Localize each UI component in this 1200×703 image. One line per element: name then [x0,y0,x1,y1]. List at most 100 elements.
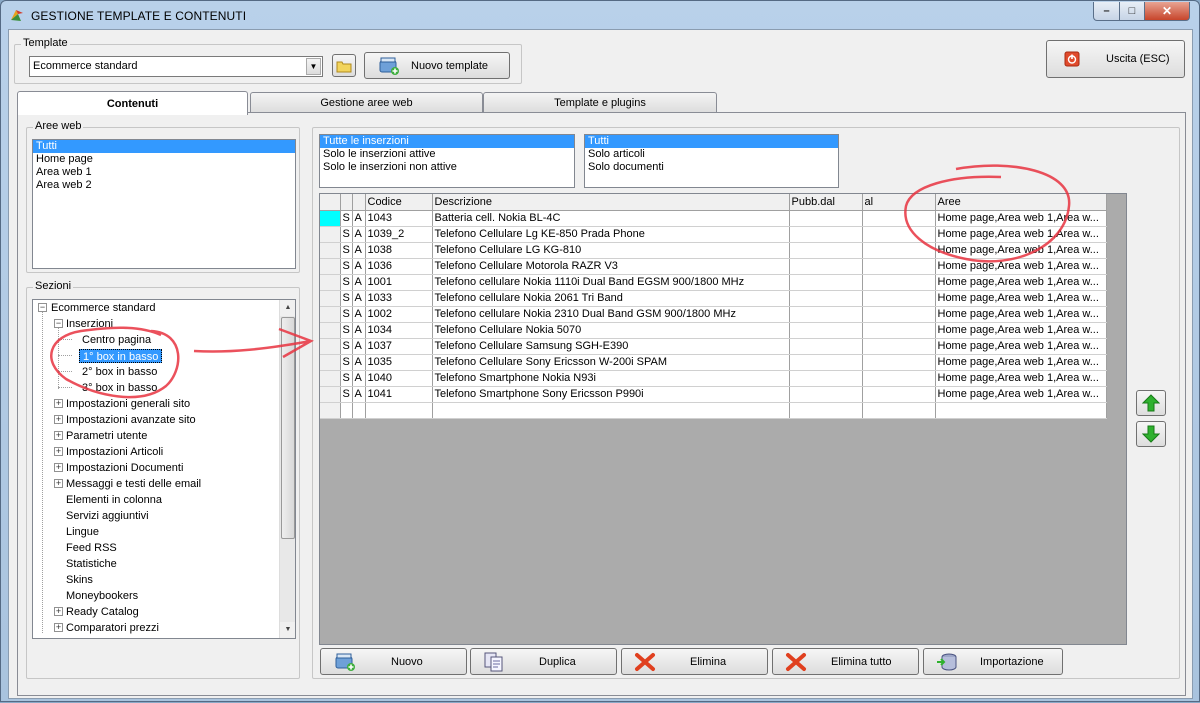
cell-s[interactable]: S [340,306,353,323]
expand-icon[interactable]: + [54,447,63,456]
row-indicator[interactable] [320,354,341,371]
row-indicator[interactable] [320,210,341,227]
cell-s[interactable]: S [340,338,353,355]
list-item[interactable]: Area web 1 [33,166,295,179]
cell-descrizione[interactable]: Telefono cellulare Nokia 2061 Tri Band [432,290,790,307]
cell-al[interactable] [862,370,936,387]
column-header-al[interactable]: al [862,194,936,211]
cell-descrizione[interactable]: Telefono Cellulare LG KG-810 [432,242,790,259]
cell-a[interactable]: A [352,322,366,339]
cell-al[interactable] [862,274,936,291]
cell-aree[interactable]: Home page,Area web 1,Area w... [935,386,1107,403]
row-indicator[interactable] [320,258,341,275]
cell-aree[interactable]: Home page,Area web 1,Area w... [935,210,1107,227]
table-row[interactable]: S A 1035 Telefono Cellulare Sony Ericsson W… [320,354,1107,371]
tree-item-child[interactable]: 3° box in basso [82,381,157,395]
empty-cell[interactable] [320,402,341,419]
cell-pubb-dal[interactable] [789,306,863,323]
table-row[interactable]: S A 1001 Telefono cellulare Nokia 1110i Dua… [320,274,1107,291]
cell-descrizione[interactable]: Telefono Smartphone Sony Ericsson P990i [432,386,790,403]
cell-codice[interactable]: 1036 [365,258,433,275]
chevron-down-icon[interactable]: ▼ [306,58,321,75]
cell-codice[interactable]: 1037 [365,338,433,355]
empty-cell[interactable] [432,402,790,419]
cell-s[interactable]: S [340,210,353,227]
cell-descrizione[interactable]: Telefono cellulare Nokia 2310 Dual Band … [432,306,790,323]
list-item[interactable]: Tutti [33,140,295,153]
collapse-icon[interactable]: − [38,303,47,312]
empty-cell[interactable] [862,402,936,419]
list-item[interactable]: Solo le inserzioni attive [320,148,574,161]
cell-pubb-dal[interactable] [789,226,863,243]
row-indicator[interactable] [320,322,341,339]
tree-item[interactable]: Parametri utente [66,429,147,443]
cell-al[interactable] [862,210,936,227]
cell-a[interactable]: A [352,226,366,243]
cell-descrizione[interactable]: Telefono Smartphone Nokia N93i [432,370,790,387]
tree-item[interactable]: Impostazioni Articoli [66,445,163,459]
cell-descrizione[interactable]: Batteria cell. Nokia BL-4C [432,210,790,227]
cell-al[interactable] [862,338,936,355]
list-item[interactable]: Solo articoli [585,148,838,161]
close-button[interactable]: ✕ [1144,2,1190,21]
cell-descrizione[interactable]: Telefono cellulare Nokia 1110i Dual Band… [432,274,790,291]
expand-icon[interactable]: + [54,623,63,632]
cell-a[interactable]: A [352,386,366,403]
cell-codice[interactable]: 1041 [365,386,433,403]
cell-a[interactable]: A [352,242,366,259]
list-item[interactable]: Area web 2 [33,179,295,192]
tree-item[interactable]: Ready Catalog [66,605,139,619]
empty-cell[interactable] [935,402,1107,419]
table-row-empty[interactable] [320,402,1107,419]
expand-icon[interactable]: + [54,463,63,472]
tree-item-child[interactable]: 2° box in basso [82,365,157,379]
cell-codice[interactable]: 1040 [365,370,433,387]
tree-item-root[interactable]: Ecommerce standard [51,301,156,315]
open-folder-button[interactable] [332,54,356,77]
cell-aree[interactable]: Home page,Area web 1,Area w... [935,226,1107,243]
table-row[interactable]: S A 1038 Telefono Cellulare LG KG-810 Home p… [320,242,1107,259]
cell-al[interactable] [862,306,936,323]
expand-icon[interactable]: + [54,399,63,408]
cell-pubb-dal[interactable] [789,370,863,387]
tree-item[interactable]: Messaggi e testi delle email [66,477,201,491]
cell-a[interactable]: A [352,354,366,371]
cell-descrizione[interactable]: Telefono Cellulare Lg KE-850 Prada Phone [432,226,790,243]
cell-pubb-dal[interactable] [789,322,863,339]
tree-item-child-selected[interactable]: 1° box in basso [79,349,163,363]
cell-aree[interactable]: Home page,Area web 1,Area w... [935,370,1107,387]
cell-aree[interactable]: Home page,Area web 1,Area w... [935,242,1107,259]
row-indicator[interactable] [320,242,341,259]
expand-icon[interactable]: + [54,431,63,440]
cell-descrizione[interactable]: Telefono Cellulare Nokia 5070 [432,322,790,339]
tree-item[interactable]: Feed RSS [66,541,117,555]
cell-pubb-dal[interactable] [789,210,863,227]
tab-gestione-aree-web[interactable]: Gestione aree web [250,92,483,113]
duplica-button[interactable]: Duplica [470,648,617,675]
tree-item[interactable]: Elementi in colonna [66,493,162,507]
expand-icon[interactable]: + [54,415,63,424]
empty-cell[interactable] [789,402,863,419]
minimize-button[interactable]: – [1093,2,1120,21]
tree-item[interactable]: Impostazioni avanzate sito [66,413,196,427]
cell-aree[interactable]: Home page,Area web 1,Area w... [935,258,1107,275]
cell-aree[interactable]: Home page,Area web 1,Area w... [935,322,1107,339]
cell-codice[interactable]: 1038 [365,242,433,259]
new-template-button[interactable]: Nuovo template [364,52,510,79]
row-indicator[interactable] [320,226,341,243]
move-up-button[interactable] [1136,390,1166,416]
table-row[interactable]: S A 1033 Telefono cellulare Nokia 2061 Tri … [320,290,1107,307]
cell-al[interactable] [862,290,936,307]
empty-cell[interactable] [340,402,353,419]
cell-codice[interactable]: 1033 [365,290,433,307]
cell-al[interactable] [862,322,936,339]
expand-icon[interactable]: + [54,607,63,616]
cell-codice[interactable]: 1034 [365,322,433,339]
cell-codice[interactable]: 1043 [365,210,433,227]
template-select[interactable]: Ecommerce standard ▼ [29,56,323,77]
aree-web-list[interactable]: Tutti Home page Area web 1 Area web 2 [32,139,296,269]
column-header-pubb-dal[interactable]: Pubb.dal [789,194,863,211]
row-indicator[interactable] [320,274,341,291]
exit-button[interactable]: Uscita (ESC) [1046,40,1185,78]
cell-s[interactable]: S [340,258,353,275]
